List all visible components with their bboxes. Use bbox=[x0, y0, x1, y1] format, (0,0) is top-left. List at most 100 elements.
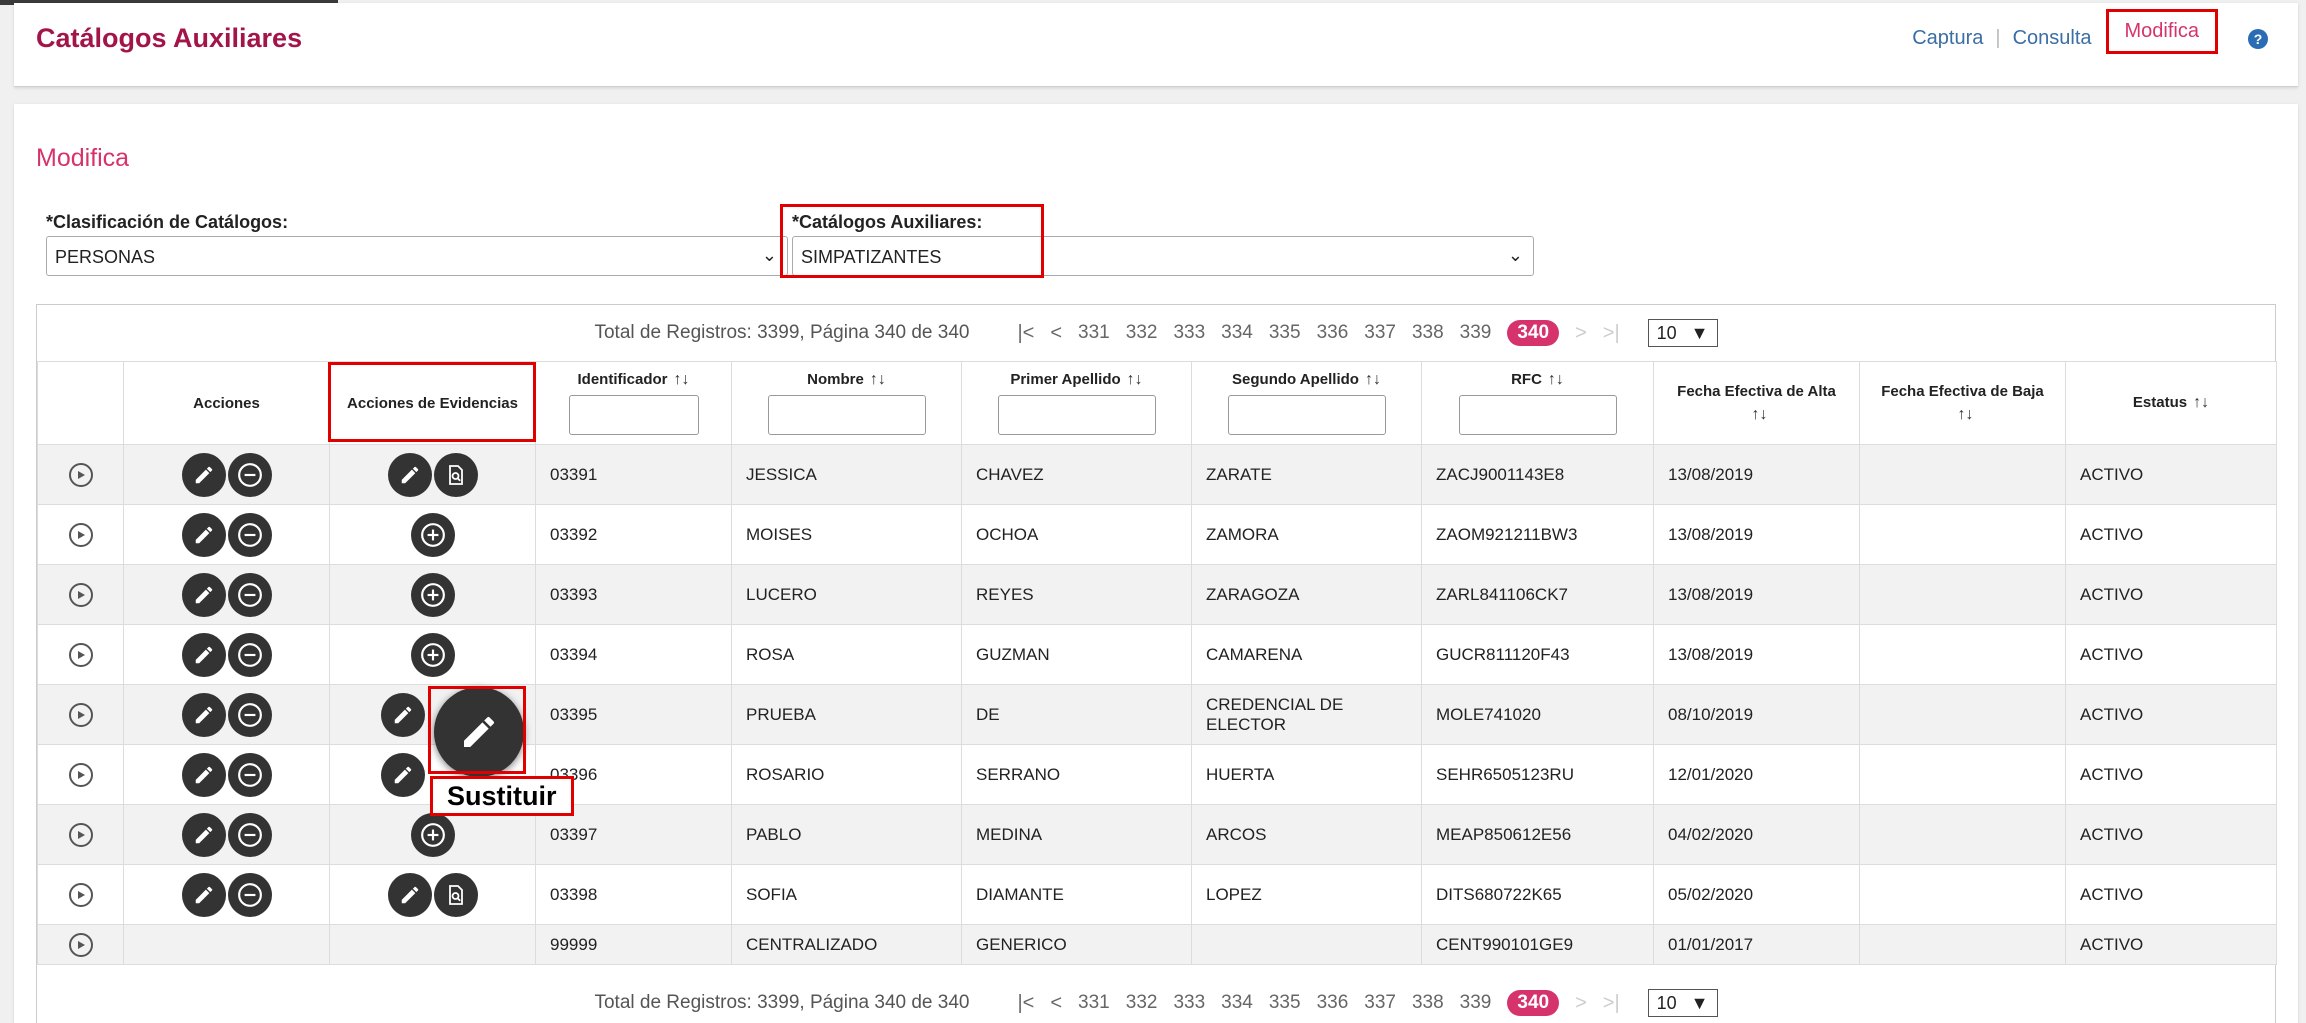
remove-icon[interactable] bbox=[227, 512, 272, 557]
pager-total: Total de Registros: 3399, Página 340 de … bbox=[594, 992, 970, 1013]
remove-icon[interactable] bbox=[227, 572, 272, 617]
nombre-cell: LUCERO bbox=[731, 564, 962, 625]
page-link[interactable]: 334 bbox=[1221, 322, 1253, 344]
sort-icon[interactable]: ↑↓ bbox=[2193, 394, 2209, 411]
page-link[interactable]: 332 bbox=[1126, 322, 1158, 344]
play-circle-icon[interactable] bbox=[68, 582, 93, 607]
page-link[interactable]: 333 bbox=[1173, 322, 1205, 344]
first-page-icon[interactable]: |< bbox=[1017, 322, 1034, 345]
sort-icon[interactable]: ↑↓ bbox=[1958, 406, 1974, 423]
view-evidence-icon[interactable] bbox=[433, 452, 478, 497]
expand-cell bbox=[37, 444, 124, 505]
page-size-select[interactable]: 10 ▼ bbox=[1647, 989, 1718, 1017]
remove-icon[interactable] bbox=[227, 452, 272, 497]
first-page-icon[interactable]: |< bbox=[1017, 992, 1034, 1015]
page-link[interactable]: 334 bbox=[1221, 992, 1253, 1014]
acciones-cell bbox=[123, 744, 330, 805]
rfc-filter-input[interactable] bbox=[1458, 395, 1617, 435]
nombre-filter-input[interactable] bbox=[767, 395, 926, 435]
edit-icon[interactable] bbox=[181, 512, 226, 557]
sustituir-tooltip: Sustituir bbox=[430, 776, 574, 816]
sort-icon[interactable]: ↑↓ bbox=[870, 371, 886, 388]
clasificacion-select[interactable]: PERSONAS ⌄ bbox=[46, 236, 788, 276]
edit-evidence-icon[interactable] bbox=[380, 752, 425, 797]
page-link[interactable]: 338 bbox=[1412, 992, 1444, 1014]
page-link[interactable]: 339 bbox=[1460, 322, 1492, 344]
page-link[interactable]: 331 bbox=[1078, 322, 1110, 344]
page-link[interactable]: 337 bbox=[1364, 992, 1396, 1014]
page-link[interactable]: 331 bbox=[1078, 992, 1110, 1014]
nombre-cell: PABLO bbox=[731, 804, 962, 865]
page-link[interactable]: 335 bbox=[1269, 992, 1301, 1014]
page-link[interactable]: 339 bbox=[1460, 992, 1492, 1014]
add-evidence-icon[interactable] bbox=[410, 632, 455, 677]
page-link[interactable]: 333 bbox=[1173, 992, 1205, 1014]
edit-evidence-icon[interactable] bbox=[387, 872, 432, 917]
identificador-cell: 03391 bbox=[535, 444, 732, 505]
fecha-baja-cell bbox=[1859, 804, 2066, 865]
nombre-cell: ROSA bbox=[731, 624, 962, 685]
estatus-cell: ACTIVO bbox=[2065, 744, 2277, 805]
page-link[interactable]: 337 bbox=[1364, 322, 1396, 344]
play-circle-icon[interactable] bbox=[68, 702, 93, 727]
play-circle-icon[interactable] bbox=[68, 642, 93, 667]
play-circle-icon[interactable] bbox=[68, 762, 93, 787]
edit-icon[interactable] bbox=[181, 452, 226, 497]
nav-consulta[interactable]: Consulta bbox=[2007, 27, 2098, 50]
prev-page-icon[interactable]: < bbox=[1050, 322, 1062, 345]
page-size-select[interactable]: 10 ▼ bbox=[1647, 319, 1718, 347]
play-circle-icon[interactable] bbox=[68, 462, 93, 487]
play-circle-icon[interactable] bbox=[68, 932, 93, 957]
question-circle-icon[interactable]: ? bbox=[2248, 28, 2268, 49]
sort-icon[interactable]: ↑↓ bbox=[1127, 371, 1143, 388]
nombre-header-label: Nombre bbox=[807, 371, 864, 388]
header-nav: Captura | Consulta Modifica ? bbox=[1906, 9, 2268, 54]
add-evidence-icon[interactable] bbox=[410, 512, 455, 557]
edit-icon[interactable] bbox=[181, 572, 226, 617]
segundo-apellido-cell: CAMARENA bbox=[1191, 624, 1422, 685]
remove-icon[interactable] bbox=[227, 872, 272, 917]
identificador-filter-input[interactable] bbox=[568, 395, 699, 435]
add-evidence-icon[interactable] bbox=[410, 812, 455, 857]
page-link[interactable]: 335 bbox=[1269, 322, 1301, 344]
acciones-header: Acciones bbox=[123, 361, 330, 445]
remove-icon[interactable] bbox=[227, 812, 272, 857]
primer-apellido-cell: CHAVEZ bbox=[961, 444, 1192, 505]
nav-captura[interactable]: Captura bbox=[1906, 27, 1989, 50]
edit-icon[interactable] bbox=[181, 812, 226, 857]
edit-icon[interactable] bbox=[181, 752, 226, 797]
primer-apellido-cell: OCHOA bbox=[961, 504, 1192, 565]
remove-icon[interactable] bbox=[227, 692, 272, 737]
expand-col-header bbox=[37, 361, 124, 445]
fecha-baja-header-label: Fecha Efectiva de Baja bbox=[1881, 382, 2044, 400]
remove-icon[interactable] bbox=[227, 632, 272, 677]
sort-icon[interactable]: ↑↓ bbox=[1548, 371, 1564, 388]
last-page-icon: >| bbox=[1602, 321, 1620, 344]
sort-icon[interactable]: ↑↓ bbox=[1752, 406, 1768, 423]
page-link[interactable]: 336 bbox=[1317, 322, 1349, 344]
fecha-baja-cell bbox=[1859, 744, 2066, 805]
play-circle-icon[interactable] bbox=[68, 522, 93, 547]
edit-icon[interactable] bbox=[181, 872, 226, 917]
page-link[interactable]: 332 bbox=[1126, 992, 1158, 1014]
remove-icon[interactable] bbox=[227, 752, 272, 797]
nav-modifica[interactable]: Modifica bbox=[2119, 20, 2205, 42]
edit-icon[interactable] bbox=[181, 692, 226, 737]
play-circle-icon[interactable] bbox=[68, 882, 93, 907]
primer-apellido-filter-input[interactable] bbox=[997, 395, 1156, 435]
view-evidence-icon[interactable] bbox=[433, 872, 478, 917]
edit-evidence-icon[interactable] bbox=[380, 692, 425, 737]
page-link[interactable]: 338 bbox=[1412, 322, 1444, 344]
play-circle-icon[interactable] bbox=[68, 822, 93, 847]
page-link[interactable]: 336 bbox=[1317, 992, 1349, 1014]
prev-page-icon[interactable]: < bbox=[1050, 992, 1062, 1015]
segundo-apellido-filter-input[interactable] bbox=[1227, 395, 1386, 435]
fecha-baja-cell bbox=[1859, 564, 2066, 625]
rfc-cell: ZACJ9001143E8 bbox=[1421, 444, 1654, 505]
edit-evidence-icon[interactable] bbox=[387, 452, 432, 497]
sort-icon[interactable]: ↑↓ bbox=[674, 371, 690, 388]
add-evidence-icon[interactable] bbox=[410, 572, 455, 617]
chevron-down-icon: ⌄ bbox=[1507, 245, 1523, 265]
sort-icon[interactable]: ↑↓ bbox=[1365, 371, 1381, 388]
edit-icon[interactable] bbox=[181, 632, 226, 677]
